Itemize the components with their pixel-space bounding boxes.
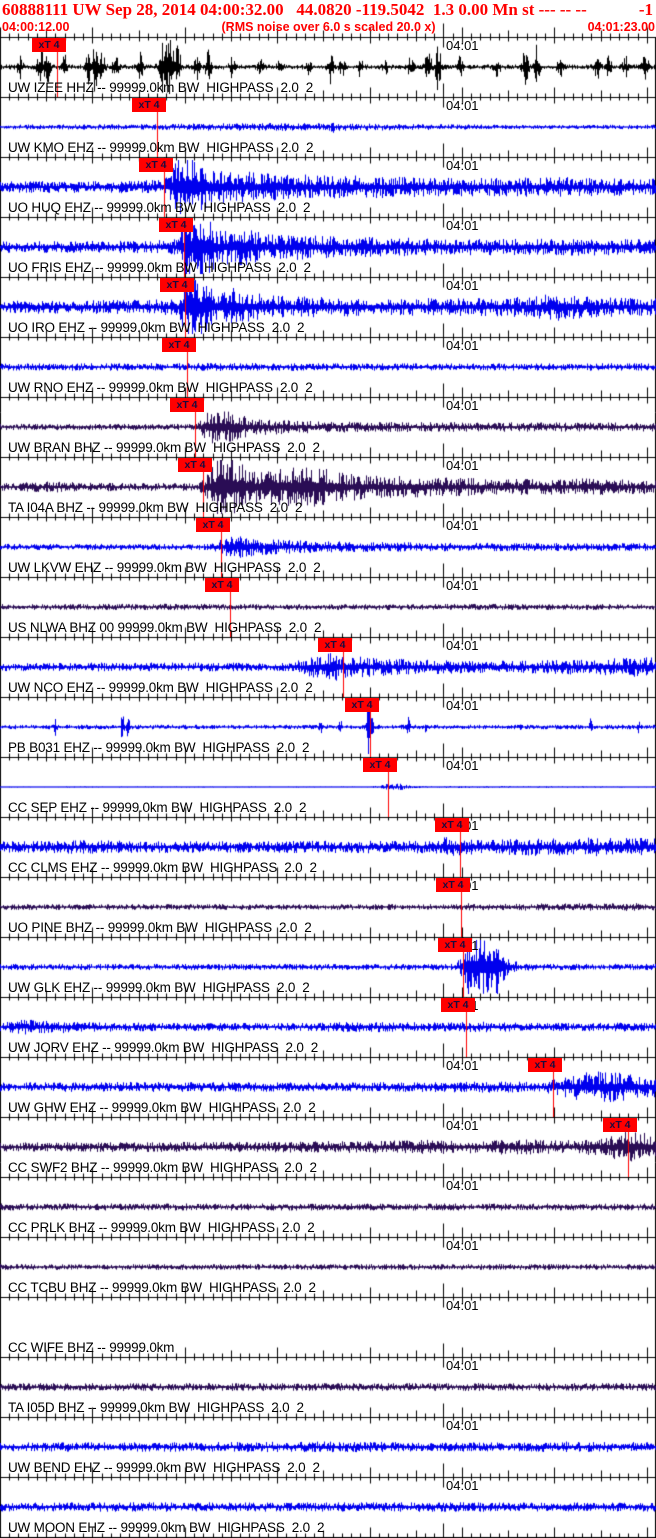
pick-flag: xT 4 xyxy=(435,818,469,832)
minute-tick-label: 04:01 xyxy=(446,38,479,53)
station-label: UW JORV EHZ -- 99999.0km BW HIGHPASS 2.0… xyxy=(8,1040,319,1055)
pick-flag-label: xT 4 xyxy=(202,519,224,531)
pick-flag-label: xT 4 xyxy=(145,159,167,171)
pick-flag-label: xT 4 xyxy=(166,279,188,291)
pick-flag-label: xT 4 xyxy=(444,939,466,951)
pick-flag: xT 4 xyxy=(196,518,230,532)
minute-tick-label: 04:01 xyxy=(446,218,479,233)
pick-flag-label: xT 4 xyxy=(165,219,187,231)
minute-tick-label: 04:01 xyxy=(446,518,479,533)
pick-flag: xT 4 xyxy=(132,98,166,112)
station-label: UO FRIS EHZ -- 99999.0km BW HIGHPASS 2.0… xyxy=(8,260,311,275)
minute-tick-label: 04:01 xyxy=(446,1238,479,1253)
pick-flag: xT 4 xyxy=(162,338,196,352)
station-label: UW BEND EHZ -- 99999.0km BW HIGHPASS 2.0… xyxy=(8,1460,320,1475)
pick-flag: xT 4 xyxy=(160,278,194,292)
pick-flag: xT 4 xyxy=(205,578,239,592)
seismogram-viewer: 60888111 UW Sep 28, 2014 04:00:32.00 44.… xyxy=(0,0,656,1538)
pick-flag-label: xT 4 xyxy=(176,399,198,411)
minute-tick-label: 04:01 xyxy=(446,1358,479,1373)
station-label: UO HUQ EHZ -- 99999.0km BW HIGHPASS 2.0 … xyxy=(8,200,311,215)
station-label: UW NCO EHZ -- 99999.0km BW HIGHPASS 2.0 … xyxy=(8,680,313,695)
station-label: US NLWA BHZ 00 99999.0km BW HIGHPASS 2.0… xyxy=(8,620,322,635)
pick-flag: xT 4 xyxy=(159,218,193,232)
station-label: CC PRLK BHZ -- 99999.0km BW HIGHPASS 2.0… xyxy=(8,1220,315,1235)
station-label: TA I05D BHZ -- 99999.0km BW HIGHPASS 2.0… xyxy=(8,1400,304,1415)
station-label: UW LKVW EHZ -- 99999.0km BW HIGHPASS 2.0… xyxy=(8,560,321,575)
pick-flag: xT 4 xyxy=(603,1118,637,1132)
station-label: UW IZEE HHZ -- 99999.0km BW HIGHPASS 2.0… xyxy=(8,80,314,95)
pick-flag: xT 4 xyxy=(438,938,472,952)
minute-tick-label: 04:01 xyxy=(446,1418,479,1433)
station-label: UO IRO EHZ -- 99999.0km BW HIGHPASS 2.0 … xyxy=(8,320,305,335)
minute-tick-label: 04:01 xyxy=(446,1058,479,1073)
minute-tick-label: 04:01 xyxy=(446,278,479,293)
pick-flag-label: xT 4 xyxy=(441,819,463,831)
pick-flag: xT 4 xyxy=(441,998,475,1012)
minute-tick-label: 04:01 xyxy=(446,98,479,113)
minute-tick-label: 04:01 xyxy=(446,758,479,773)
minute-tick-label: 04:01 xyxy=(446,698,479,713)
station-label: UW RNO EHZ -- 99999.0km BW HIGHPASS 2.0 … xyxy=(8,380,313,395)
station-label: UW GHW EHZ -- 99999.0km BW HIGHPASS 2.0 … xyxy=(8,1100,316,1115)
pick-flag-label: xT 4 xyxy=(138,99,160,111)
minute-tick-label: 04:01 xyxy=(446,338,479,353)
station-label: UW BRAN BHZ -- 99999.0km BW HIGHPASS 2.0… xyxy=(8,440,320,455)
minute-tick-label: 04:01 xyxy=(446,1478,479,1493)
station-label: CC SEP EHZ -- 99999.0km BW HIGHPASS 2.0 … xyxy=(8,800,307,815)
station-label: UO PINE BHZ -- 99999.0km BW HIGHPASS 2.0… xyxy=(8,920,312,935)
station-label: CC TCBU BHZ -- 99999.0km BW HIGHPASS 2.0… xyxy=(8,1280,316,1295)
pick-flag-label: xT 4 xyxy=(211,579,233,591)
pick-flag: xT 4 xyxy=(178,458,212,472)
pick-flag: xT 4 xyxy=(436,878,470,892)
pick-flag: xT 4 xyxy=(363,758,397,772)
pick-flag-label: xT 4 xyxy=(369,759,391,771)
station-label: PB B031 EHZ -- 99999.0km BW HIGHPASS 2.0… xyxy=(8,740,310,755)
minute-tick-label: 04:01 xyxy=(446,578,479,593)
pick-flag: xT 4 xyxy=(170,398,204,412)
station-label: UW MOON EHZ -- 99999.0km BW HIGHPASS 2.0… xyxy=(8,1520,325,1535)
pick-flag-label: xT 4 xyxy=(324,639,346,651)
minute-tick-label: 04:01 xyxy=(446,638,479,653)
minute-tick-label: 04:01 xyxy=(446,1118,479,1133)
seismogram-plot: 04:01 UW IZEE HHZ -- 99999.0km BW HIGHPAS… xyxy=(0,0,656,1538)
pick-flag-label: xT 4 xyxy=(168,339,190,351)
station-label: CC WIFE BHZ -- 99999.0km xyxy=(8,1340,175,1355)
pick-flag: xT 4 xyxy=(528,1058,562,1072)
station-label: TA I04A BHZ -- 99999.0km BW HIGHPASS 2.0… xyxy=(8,500,303,515)
minute-tick-label: 04:01 xyxy=(446,398,479,413)
station-label: CC SWF2 BHZ -- 99999.0km BW HIGHPASS 2.0… xyxy=(8,1160,317,1175)
pick-flag-label: xT 4 xyxy=(442,879,464,891)
minute-tick-label: 04:01 xyxy=(446,458,479,473)
minute-tick-label: 04:01 xyxy=(446,1298,479,1313)
pick-flag: xT 4 xyxy=(318,638,352,652)
minute-tick-label: 04:01 xyxy=(446,1178,479,1193)
station-label: CC CLMS EHZ -- 99999.0km BW HIGHPASS 2.0… xyxy=(8,860,317,875)
pick-flag-label: xT 4 xyxy=(609,1119,631,1131)
station-label: UW KMO EHZ -- 99999.0km BW HIGHPASS 2.0 … xyxy=(8,140,314,155)
pick-flag: xT 4 xyxy=(32,38,66,52)
pick-flag-label: xT 4 xyxy=(38,39,60,51)
pick-flag-label: xT 4 xyxy=(534,1059,556,1071)
minute-tick-label: 04:01 xyxy=(446,158,479,173)
pick-flag-label: xT 4 xyxy=(447,999,469,1011)
pick-flag: xT 4 xyxy=(139,158,173,172)
pick-flag-label: xT 4 xyxy=(184,459,206,471)
station-label: UW GLK EHZ -- 99999.0km BW HIGHPASS 2.0 … xyxy=(8,980,310,995)
pick-flag: xT 4 xyxy=(345,698,379,712)
pick-flag-label: xT 4 xyxy=(351,699,373,711)
